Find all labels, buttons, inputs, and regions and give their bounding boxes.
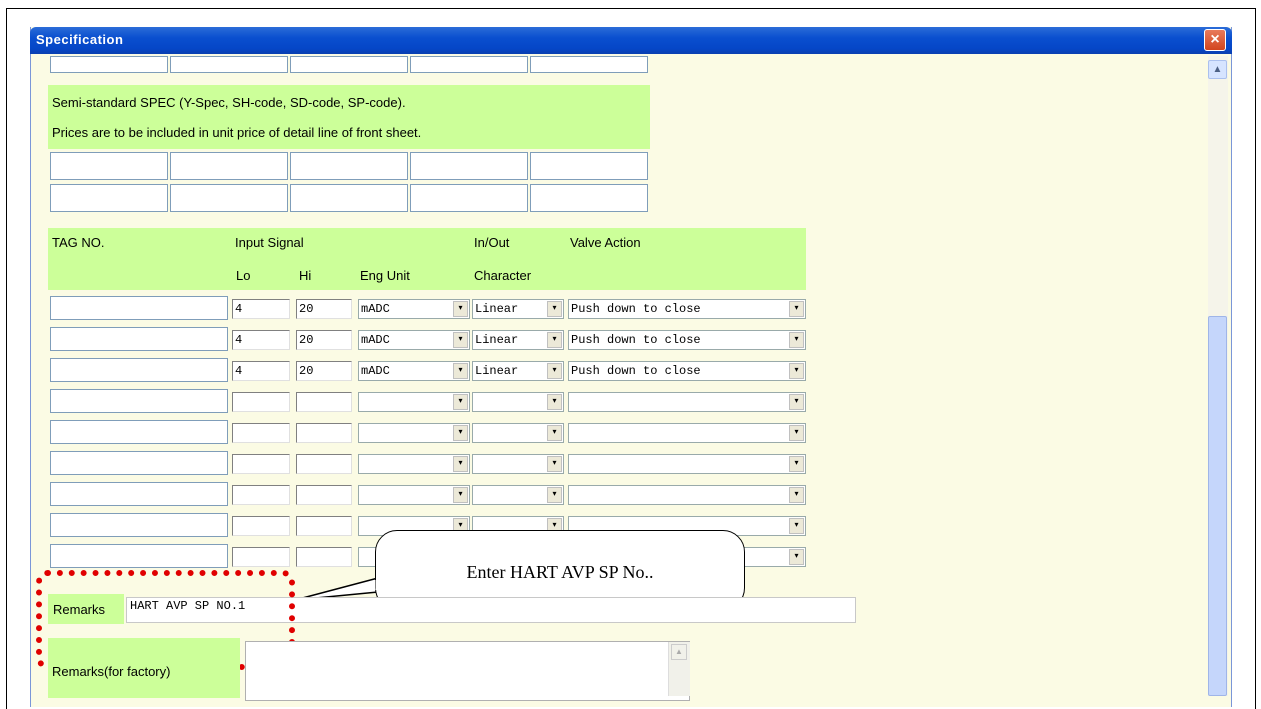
callout-text: Enter HART AVP SP No.. bbox=[466, 562, 654, 582]
scroll-up-button[interactable]: ▲ bbox=[1208, 60, 1227, 79]
factory-remarks-label: Remarks(for factory) bbox=[52, 664, 171, 679]
textarea-scrollbar[interactable]: ▲ bbox=[668, 642, 690, 696]
factory-remarks-textarea[interactable] bbox=[245, 641, 690, 701]
scroll-up-icon: ▲ bbox=[671, 644, 687, 660]
chevron-up-icon: ▲ bbox=[1212, 64, 1223, 75]
scroll-thumb[interactable] bbox=[1208, 316, 1227, 696]
